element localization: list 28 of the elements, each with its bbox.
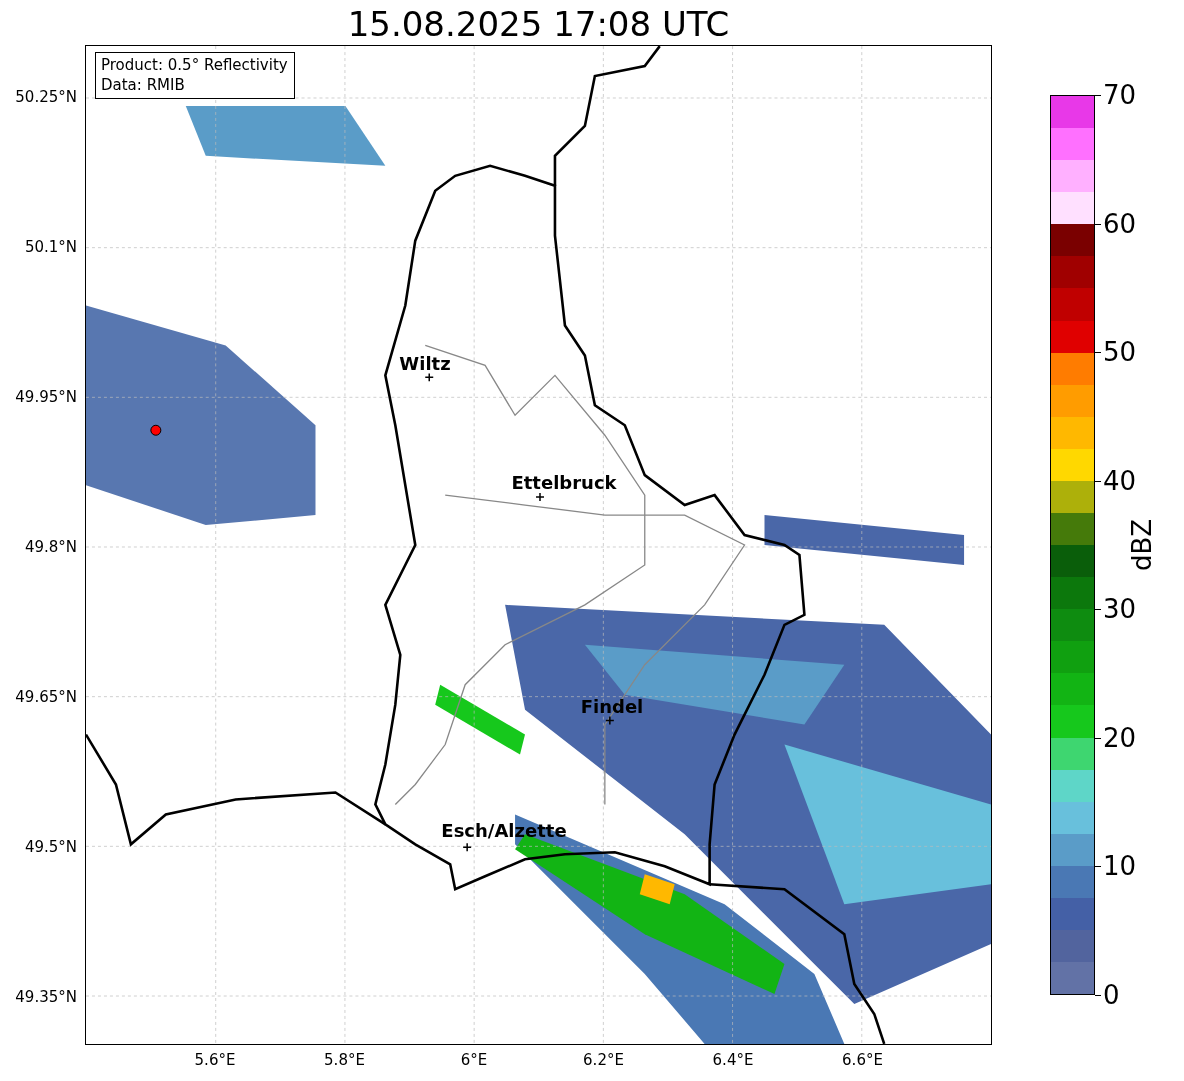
info-text: Product: 0.5° Reflectivity	[101, 55, 288, 75]
colorbar-tick-label: 50	[1103, 338, 1137, 367]
colorbar-tick-label: 10	[1103, 852, 1137, 881]
latitude-label: 50.25°N	[15, 88, 77, 106]
colorbar-tick-label: 60	[1103, 209, 1137, 238]
city-label: Wiltz	[399, 352, 451, 374]
city-label: Ettelbruck	[511, 471, 617, 493]
longitude-label: 5.6°E	[194, 1051, 236, 1069]
city-label: Findel	[580, 695, 644, 717]
longitude-label: 6.2°E	[583, 1051, 624, 1069]
latitude-label: 49.8°N	[24, 538, 77, 556]
latitude-label: 50.1°N	[24, 238, 77, 256]
colorbar-tick-label: 70	[1103, 81, 1137, 109]
colorbar-label: dBZ	[1127, 518, 1157, 572]
longitude-label: 6.6°E	[842, 1051, 883, 1069]
longitude-label: 6°E	[460, 1051, 488, 1069]
longitude-label: 5.8°E	[324, 1051, 365, 1069]
colorbar-tick-label: 30	[1103, 595, 1137, 624]
latitude-label: 49.65°N	[15, 688, 77, 706]
latitude-label: 49.35°N	[15, 988, 77, 1006]
colorbar-tick-label: 20	[1103, 723, 1137, 752]
longitude-label: 6.4°E	[712, 1051, 754, 1069]
chart-title: 15.08.2025 17:08 UTC	[346, 4, 731, 44]
colorbar-tick-label: 40	[1103, 466, 1137, 495]
latitude-label: 49.5°N	[24, 838, 77, 856]
info-text: Data: RMIB	[101, 75, 186, 95]
latitude-label: 49.95°N	[15, 388, 77, 406]
colorbar-tick-label: 0	[1103, 981, 1120, 1009]
